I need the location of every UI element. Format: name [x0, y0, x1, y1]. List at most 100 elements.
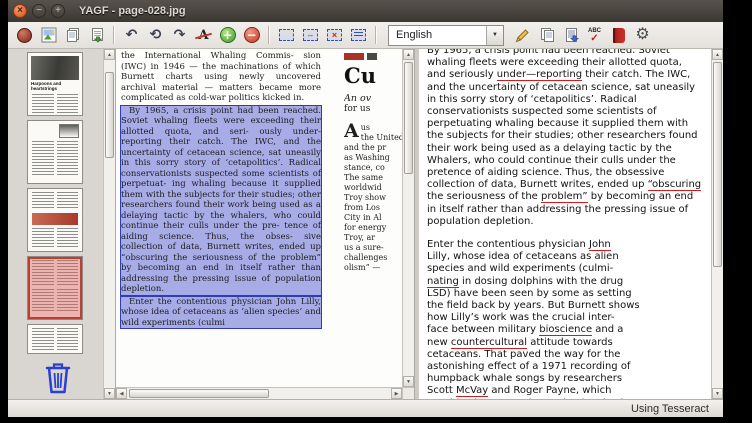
dictionary-icon[interactable]	[607, 24, 630, 46]
thumbnail-caption: Harpoons and heartstrings	[28, 81, 82, 91]
thumbnail-scrollbar[interactable]: ▲ ▼	[103, 49, 115, 399]
abc-check-glyph-icon: ABC✓	[588, 28, 601, 43]
analyze-layout-icon[interactable]	[347, 24, 370, 46]
recognize-icon[interactable]	[511, 24, 534, 46]
page-thumbnail[interactable]: Harpoons and heartstrings	[27, 52, 83, 116]
desktop: × − + YAGF - page-028.jpg ↶ ⟲ ↷ A + −	[0, 0, 752, 423]
copy-text-icon[interactable]	[535, 24, 558, 46]
red-book-glyph-icon	[613, 28, 625, 43]
save-image-icon[interactable]	[61, 24, 84, 46]
chevron-down-icon[interactable]: ▼	[486, 26, 503, 45]
scroll-thumb[interactable]	[404, 62, 413, 174]
rotate-right-glyph-icon: ↷	[174, 27, 186, 43]
zoom-out-icon[interactable]: −	[240, 24, 263, 46]
save-text-glyph-icon	[563, 27, 579, 43]
open-image-icon[interactable]	[37, 24, 60, 46]
scroll-thumb[interactable]	[129, 389, 269, 398]
page-thumbnail-selected[interactable]	[27, 256, 83, 320]
misspelled-word: problem”	[541, 191, 588, 203]
scroll-track[interactable]	[712, 60, 723, 388]
layout-bars-icon	[354, 32, 363, 38]
window-title: YAGF - page-028.jpg	[79, 5, 186, 17]
pages-arrow-glyph-icon	[89, 27, 105, 43]
image-horizontal-scrollbar[interactable]: ◀ ▶	[116, 387, 402, 399]
ocr-text[interactable]: By 1965, a crisis point had been reached…	[419, 49, 711, 399]
thumbnail-photo	[59, 124, 79, 138]
copy-glyph-icon	[539, 27, 555, 43]
scan-line: worldwid	[344, 183, 402, 193]
settings-icon[interactable]: ⚙	[631, 24, 654, 46]
scroll-track[interactable]	[104, 60, 115, 388]
thumbnail-panel: Harpoons and heartstrings	[8, 49, 116, 399]
ocr-text-panel: By 1965, a crisis point had been reached…	[419, 49, 723, 399]
scanned-page[interactable]: the International Whaling Commis- sion (…	[116, 49, 402, 387]
scroll-down-button[interactable]: ▼	[403, 376, 414, 387]
scroll-up-button[interactable]: ▲	[403, 49, 414, 60]
thumbnail-selection-overlay	[28, 257, 82, 319]
clear-frame-icon: ×	[327, 29, 342, 41]
scan-line: as Washing	[344, 153, 402, 163]
scroll-track[interactable]	[403, 60, 414, 376]
scroll-right-button[interactable]: ▶	[391, 388, 402, 399]
toolbar-separator	[268, 26, 270, 44]
language-select[interactable]: English ▼	[388, 25, 504, 46]
minimize-button[interactable]: −	[32, 4, 46, 18]
scan-column2-lines: usthe Unitedand the pras Washingstance, …	[344, 123, 402, 273]
deskew-icon[interactable]: A	[192, 24, 215, 46]
titlebar[interactable]: × − + YAGF - page-028.jpg	[8, 0, 723, 22]
scan-paragraph[interactable]: Enter the contentious physician John Lil…	[121, 297, 321, 329]
status-bar: Using Tesseract	[8, 399, 723, 417]
scan-paragraph[interactable]: the International Whaling Commis- sion (…	[121, 51, 321, 104]
select-region-icon[interactable]	[275, 24, 298, 46]
rotate-left-icon[interactable]: ↶	[120, 24, 143, 46]
main-area: Harpoons and heartstrings	[8, 49, 723, 399]
fit-arrows-glyph-icon: ↔	[307, 31, 315, 39]
scan-icon[interactable]	[13, 24, 36, 46]
save-project-icon[interactable]	[85, 24, 108, 46]
scroll-down-button[interactable]: ▼	[104, 388, 115, 399]
thumbnail-list: Harpoons and heartstrings	[8, 49, 102, 399]
misspelled-word: McVay	[456, 385, 488, 397]
clear-x-glyph-icon: ×	[332, 31, 337, 40]
scroll-up-button[interactable]: ▲	[104, 49, 115, 60]
scroll-thumb[interactable]	[105, 72, 114, 158]
zoom-in-glyph-icon: +	[220, 27, 236, 43]
dark-fragment	[367, 53, 377, 60]
rotate-180-icon[interactable]: ⟲	[144, 24, 167, 46]
spellcheck-icon[interactable]: ABC✓	[583, 24, 606, 46]
misspelled-word: under—reporting	[497, 69, 582, 81]
image-vertical-scrollbar[interactable]: ▲ ▼	[402, 49, 414, 387]
scroll-track[interactable]	[127, 388, 391, 399]
scan-paragraph[interactable]: By 1965, a crisis point had been reached…	[121, 106, 321, 295]
scan-line: The same	[344, 173, 402, 183]
clear-selection-icon[interactable]: ×	[323, 24, 346, 46]
thumbnail-figure	[32, 213, 78, 225]
misspelled-word: John	[589, 239, 611, 251]
scan-line: for energy	[344, 223, 402, 233]
trash-icon[interactable]	[40, 358, 76, 396]
scan-line: olism” —	[344, 263, 402, 273]
text-scrollbar[interactable]: ▲ ▼	[711, 49, 723, 399]
scroll-thumb[interactable]	[713, 62, 722, 267]
page-thumbnail[interactable]	[27, 120, 83, 184]
thumbnail-photo	[31, 56, 79, 80]
save-text-icon[interactable]	[559, 24, 582, 46]
scroll-left-button[interactable]: ◀	[116, 388, 127, 399]
toolbar: ↶ ⟲ ↷ A + − ↔ × English ▼	[8, 22, 723, 49]
page-thumbnail[interactable]	[27, 188, 83, 252]
scan-line: challenges	[344, 253, 402, 263]
fit-page-icon[interactable]: ↔	[299, 24, 322, 46]
zoom-in-icon[interactable]: +	[216, 24, 239, 46]
page-thumbnail[interactable]	[27, 324, 83, 354]
rotate-right-icon[interactable]: ↷	[168, 24, 191, 46]
scan-line: from Los	[344, 203, 402, 213]
scan-image-panel: the International Whaling Commis- sion (…	[116, 49, 415, 399]
scan-line: and the pr	[344, 143, 402, 153]
article-standfirst: for us	[344, 104, 402, 115]
scroll-down-button[interactable]: ▼	[712, 388, 723, 399]
close-button[interactable]: ×	[13, 4, 27, 18]
scroll-up-button[interactable]: ▲	[712, 49, 723, 60]
article-standfirst: An ov	[344, 93, 402, 104]
scrollbar-corner	[402, 387, 414, 399]
maximize-button[interactable]: +	[51, 4, 65, 18]
